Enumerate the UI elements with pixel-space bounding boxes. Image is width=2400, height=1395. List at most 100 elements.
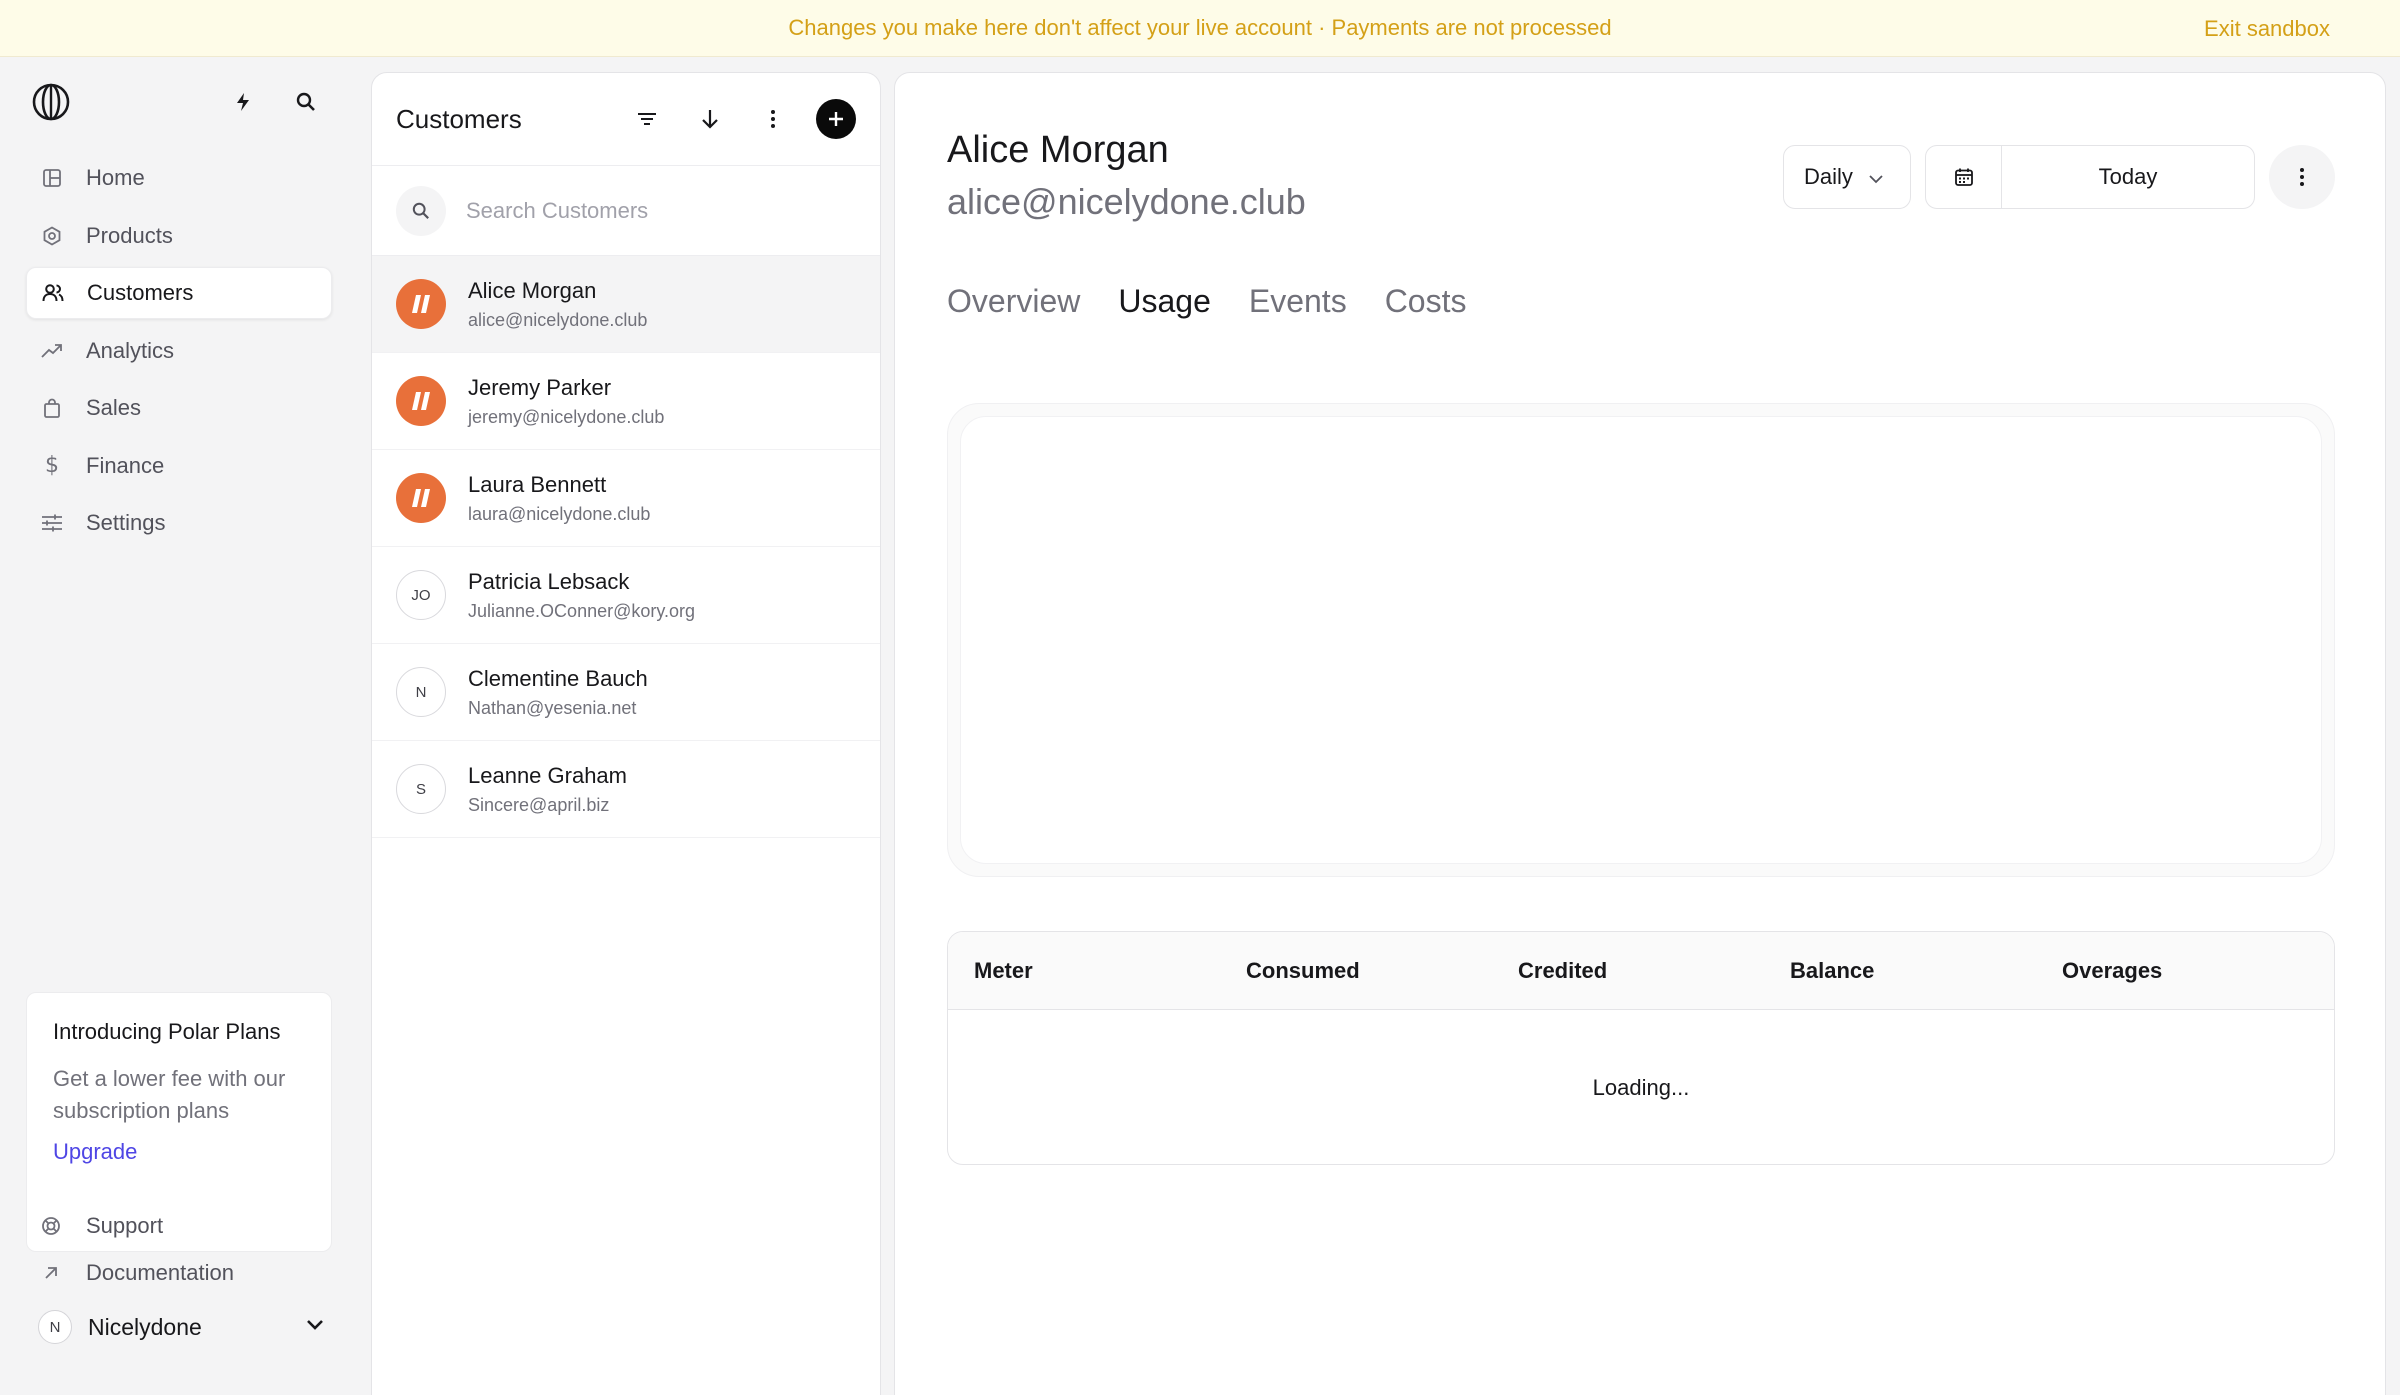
sidebar: Home Products Customers Analytics Sales …	[0, 57, 360, 1395]
date-range-picker[interactable]: Today	[1925, 145, 2255, 209]
customer-list-item[interactable]: Jeremy Parker jeremy@nicelydone.club	[372, 353, 880, 450]
sidebar-item-label: Customers	[87, 280, 194, 305]
dollar-icon: $	[45, 453, 59, 478]
plus-icon	[829, 112, 843, 126]
customer-avatar: N	[396, 667, 446, 717]
customer-avatar: S	[396, 764, 446, 814]
hexagon-icon	[40, 224, 64, 248]
customer-list-name: Patricia Lebsack	[468, 568, 630, 594]
users-icon	[41, 281, 65, 305]
tab-usage[interactable]: Usage	[1118, 283, 1211, 320]
sidebar-item-customers[interactable]: Customers	[26, 267, 332, 319]
sandbox-banner: Changes you make here don't affect your …	[0, 0, 2400, 57]
customer-list-email: laura@nicelydone.club	[468, 503, 651, 524]
more-options-button[interactable]	[2269, 145, 2335, 209]
usage-chart-area	[960, 416, 2322, 864]
lifebuoy-icon	[40, 1215, 62, 1237]
customer-list-name: Leanne Graham	[468, 762, 627, 788]
customer-avatar: JO	[396, 570, 446, 620]
column-balance: Balance	[1790, 957, 1875, 983]
sidebar-item-label: Sales	[86, 395, 142, 420]
more-vertical-icon	[2300, 168, 2304, 186]
customer-list-email: Julianne.OConner@kory.org	[468, 600, 696, 621]
tab-overview[interactable]: Overview	[947, 283, 1080, 320]
customer-info: Laura Bennett laura@nicelydone.club	[468, 472, 650, 525]
customer-info: Alice Morgan alice@nicelydone.club	[468, 278, 647, 331]
usage-chart-container	[947, 403, 2335, 877]
sliders-icon	[40, 511, 64, 535]
customer-detail-panel: Alice Morgan alice@nicelydone.club Daily…	[894, 72, 2386, 1395]
customer-list-item[interactable]: JO Patricia Lebsack Julianne.OConner@kory.…	[372, 547, 880, 644]
shopping-bag-icon	[40, 396, 64, 420]
sidebar-item-analytics[interactable]: Analytics	[26, 325, 332, 377]
customer-list-name: Alice Morgan	[468, 277, 597, 303]
upgrade-link[interactable]: Upgrade	[53, 1139, 305, 1165]
customer-list-name: Clementine Bauch	[468, 665, 648, 691]
sidebar-nav: Home Products Customers Analytics Sales …	[26, 152, 332, 555]
sidebar-item-finance[interactable]: $ Finance	[26, 440, 332, 492]
exit-sandbox-link[interactable]: Exit sandbox	[2204, 0, 2330, 57]
customer-list-name: Laura Bennett	[468, 471, 607, 497]
support-link[interactable]: Support	[40, 1210, 163, 1242]
add-customer-button[interactable]	[816, 99, 856, 139]
customer-list-email: jeremy@nicelydone.club	[468, 406, 665, 427]
interval-select[interactable]: Daily	[1783, 145, 1911, 209]
sidebar-item-label: Finance	[86, 452, 165, 478]
customer-list-name: Jeremy Parker	[468, 374, 612, 400]
customers-panel: Customers Alice Morgan alice@nicelydone.c…	[371, 72, 881, 1395]
customer-list-item[interactable]: Alice Morgan alice@nicelydone.club	[372, 256, 880, 353]
filter-icon[interactable]	[627, 99, 667, 139]
column-overages: Overages	[2062, 957, 2163, 983]
promo-description: Get a lower fee with our subscription pl…	[53, 1066, 286, 1123]
sidebar-item-home[interactable]: Home	[26, 152, 332, 204]
customer-avatar	[396, 376, 446, 426]
sidebar-item-label: Products	[86, 222, 173, 248]
documentation-link[interactable]: Documentation	[40, 1257, 234, 1289]
org-name: Nicelydone	[88, 1313, 202, 1340]
sidebar-item-products[interactable]: Products	[26, 210, 332, 262]
customer-list-email: alice@nicelydone.club	[468, 309, 648, 330]
customer-list-item[interactable]: S Leanne Graham Sincere@april.biz	[372, 741, 880, 838]
more-vertical-icon[interactable]	[753, 99, 793, 139]
arrow-up-right-icon	[40, 1262, 62, 1284]
sandbox-message: Changes you make here don't affect your …	[788, 15, 1612, 40]
customers-title: Customers	[396, 103, 522, 134]
tab-events[interactable]: Events	[1249, 283, 1347, 320]
column-consumed: Consumed	[1246, 957, 1360, 983]
column-meter: Meter	[974, 957, 1033, 983]
date-range-label: Today	[2098, 164, 2158, 189]
polar-logo-icon[interactable]	[32, 83, 70, 121]
organization-switcher[interactable]: N Nicelydone	[38, 1307, 324, 1347]
tab-costs[interactable]: Costs	[1385, 283, 1467, 320]
sidebar-item-sales[interactable]: Sales	[26, 382, 332, 434]
documentation-label: Documentation	[86, 1260, 234, 1285]
promo-title: Introducing Polar Plans	[53, 1019, 281, 1044]
customer-list-item[interactable]: Laura Bennett laura@nicelydone.club	[372, 450, 880, 547]
customer-info: Clementine Bauch Nathan@yesenia.net	[468, 666, 648, 719]
home-grid-icon	[40, 166, 64, 190]
chevron-down-icon	[1869, 164, 1883, 190]
sort-arrow-down-icon[interactable]	[690, 99, 730, 139]
search-customers-input[interactable]	[466, 197, 856, 224]
customer-name: Alice Morgan	[947, 129, 1169, 171]
lightning-icon[interactable]	[228, 87, 258, 117]
meters-table-header: Meter Consumed Credited Balance Overages	[948, 932, 2334, 1010]
customer-list-item[interactable]: N Clementine Bauch Nathan@yesenia.net	[372, 644, 880, 741]
trend-icon	[40, 339, 64, 363]
meters-table-loading: Loading...	[1592, 1074, 1690, 1100]
customer-info: Patricia Lebsack Julianne.OConner@kory.or…	[468, 569, 695, 622]
search-icon[interactable]	[291, 87, 321, 117]
sidebar-item-label: Home	[86, 165, 145, 190]
interval-value: Daily	[1804, 164, 1853, 189]
meters-table: Meter Consumed Credited Balance Overages…	[947, 931, 2335, 1165]
customer-list: Alice Morgan alice@nicelydone.club Jeremy …	[372, 256, 880, 838]
customer-avatar	[396, 279, 446, 329]
sidebar-item-settings[interactable]: Settings	[26, 497, 332, 549]
column-credited: Credited	[1518, 957, 1608, 983]
org-avatar: N	[38, 1310, 72, 1344]
calendar-icon	[1926, 145, 2002, 209]
customer-email: alice@nicelydone.club	[947, 181, 1306, 222]
customer-info: Leanne Graham Sincere@april.biz	[468, 763, 627, 816]
customers-header: Customers	[372, 73, 880, 166]
detail-tabs: Overview Usage Events Costs	[947, 283, 1504, 320]
